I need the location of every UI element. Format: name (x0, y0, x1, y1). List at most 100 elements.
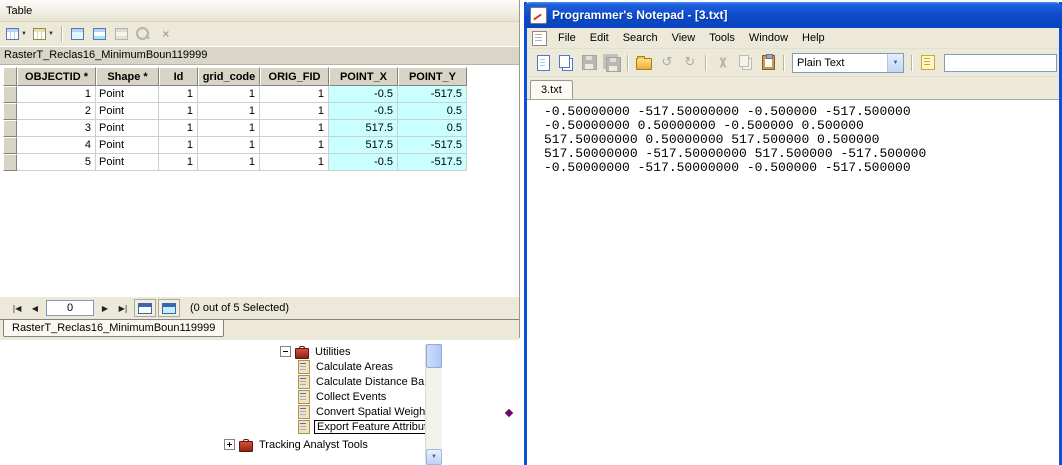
related-tables-button[interactable]: ▼ (31, 24, 56, 44)
column-header-gridcode[interactable]: grid_code (198, 67, 260, 86)
scrollbar-thumb[interactable] (426, 344, 442, 368)
quick-find-input[interactable] (944, 54, 1057, 72)
last-record-button[interactable]: ▶| (114, 300, 132, 316)
cell[interactable]: 1 (198, 86, 260, 103)
expand-icon[interactable] (224, 439, 235, 450)
cell[interactable]: 1 (159, 120, 198, 137)
column-header-pointy[interactable]: POINT_Y (398, 67, 467, 86)
table-options-icon (6, 28, 19, 40)
column-header-id[interactable]: Id (159, 67, 198, 86)
column-header-shape[interactable]: Shape * (96, 67, 159, 86)
table-bottom-tab[interactable]: RasterT_Reclas16_MinimumBoun119999 (3, 320, 224, 337)
cell[interactable]: 1 (17, 86, 96, 103)
cell[interactable]: -0.5 (329, 154, 398, 171)
text-clips-button[interactable] (917, 52, 939, 74)
paste-button[interactable] (757, 52, 779, 74)
tree-item-utilities[interactable]: Utilities (218, 344, 442, 359)
column-header-pointx[interactable]: POINT_X (329, 67, 398, 86)
cell[interactable]: -0.5 (329, 86, 398, 103)
show-selected-records-button[interactable] (158, 299, 180, 317)
cell[interactable]: 1 (159, 103, 198, 120)
cell[interactable]: Point (96, 120, 159, 137)
cell[interactable]: 1 (159, 137, 198, 154)
cell[interactable]: 0.5 (398, 120, 467, 137)
next-record-button[interactable]: ▶ (96, 300, 114, 316)
save-button[interactable] (578, 52, 600, 74)
select-by-attributes-button[interactable] (68, 24, 88, 44)
cell[interactable]: 1 (198, 103, 260, 120)
scheme-selector[interactable]: Plain Text ▼ (792, 53, 904, 73)
table-window-titlebar[interactable]: Table (0, 0, 519, 22)
tab-3txt[interactable]: 3.txt (530, 80, 573, 99)
tree-item-convert-spatial-weights[interactable]: Convert Spatial Weights M (218, 404, 442, 419)
menu-view[interactable]: View (665, 30, 703, 46)
zoom-to-selected-button[interactable] (134, 24, 154, 44)
row-selector[interactable] (3, 120, 17, 137)
copy-button[interactable] (734, 52, 756, 74)
notepad-titlebar[interactable]: Programmer's Notepad - [3.txt] (524, 2, 1062, 28)
menu-window[interactable]: Window (742, 30, 795, 46)
redo-button[interactable]: ↻ (679, 52, 701, 74)
switch-selection-button[interactable] (90, 24, 110, 44)
cell[interactable]: 517.5 (329, 120, 398, 137)
previous-record-button[interactable]: ◀ (26, 300, 44, 316)
cell[interactable]: 1 (159, 154, 198, 171)
cell[interactable]: 0.5 (398, 103, 467, 120)
cell[interactable]: -517.5 (398, 154, 467, 171)
tree-item-calculate-distance-band[interactable]: Calculate Distance Band fr (218, 374, 442, 389)
cell[interactable]: 1 (260, 154, 329, 171)
column-header-origfid[interactable]: ORIG_FID (260, 67, 329, 86)
menu-tools[interactable]: Tools (702, 30, 742, 46)
tree-item-tracking-analyst-tools[interactable]: Tracking Analyst Tools (218, 437, 442, 452)
open-file-button[interactable] (555, 52, 577, 74)
cell[interactable]: 2 (17, 103, 96, 120)
cell[interactable]: 1 (159, 86, 198, 103)
cell[interactable]: 1 (260, 120, 329, 137)
cell[interactable]: 517.5 (329, 137, 398, 154)
tree-item-export-feature-attribute[interactable]: Export Feature Attribute t (218, 419, 442, 434)
row-selector[interactable] (3, 154, 17, 171)
row-selector[interactable] (3, 103, 17, 120)
cell[interactable]: 5 (17, 154, 96, 171)
cell[interactable]: Point (96, 103, 159, 120)
row-selector[interactable] (3, 86, 17, 103)
open-folder-button[interactable] (633, 52, 655, 74)
clear-selection-button[interactable] (112, 24, 132, 44)
tree-item-calculate-areas[interactable]: Calculate Areas (218, 359, 442, 374)
combo-dropdown-button[interactable]: ▼ (887, 54, 903, 72)
menu-help[interactable]: Help (795, 30, 832, 46)
column-header-objectid[interactable]: OBJECTID * (17, 67, 96, 86)
new-document-button[interactable] (532, 52, 554, 74)
undo-button[interactable]: ↺ (656, 52, 678, 74)
corner-cell[interactable] (3, 67, 17, 86)
menu-search[interactable]: Search (616, 30, 665, 46)
first-record-button[interactable]: |◀ (8, 300, 26, 316)
cell[interactable]: Point (96, 86, 159, 103)
delete-selected-button[interactable]: × (156, 24, 176, 44)
cell[interactable]: -517.5 (398, 86, 467, 103)
table-options-button[interactable]: ▼ (4, 24, 29, 44)
menu-edit[interactable]: Edit (583, 30, 616, 46)
cell[interactable]: Point (96, 154, 159, 171)
cell[interactable]: 1 (198, 154, 260, 171)
cell[interactable]: 1 (198, 137, 260, 154)
cell[interactable]: 4 (17, 137, 96, 154)
editor-area[interactable]: -0.50000000 -517.50000000 -0.500000 -517… (527, 100, 1059, 465)
tree-item-collect-events[interactable]: Collect Events (218, 389, 442, 404)
cell[interactable]: -0.5 (329, 103, 398, 120)
cell[interactable]: 3 (17, 120, 96, 137)
save-all-button[interactable] (601, 52, 623, 74)
cell[interactable]: 1 (260, 137, 329, 154)
cell[interactable]: -517.5 (398, 137, 467, 154)
cell[interactable]: Point (96, 137, 159, 154)
cell[interactable]: 1 (260, 103, 329, 120)
cell[interactable]: 1 (260, 86, 329, 103)
cell[interactable]: 1 (198, 120, 260, 137)
show-all-records-button[interactable] (134, 299, 156, 317)
cut-button[interactable] (711, 52, 733, 74)
record-number-input[interactable] (46, 300, 94, 316)
menu-file[interactable]: File (551, 30, 583, 46)
collapse-icon[interactable] (280, 346, 291, 357)
row-selector[interactable] (3, 137, 17, 154)
scrollbar-down-button[interactable]: ▼ (426, 449, 442, 465)
